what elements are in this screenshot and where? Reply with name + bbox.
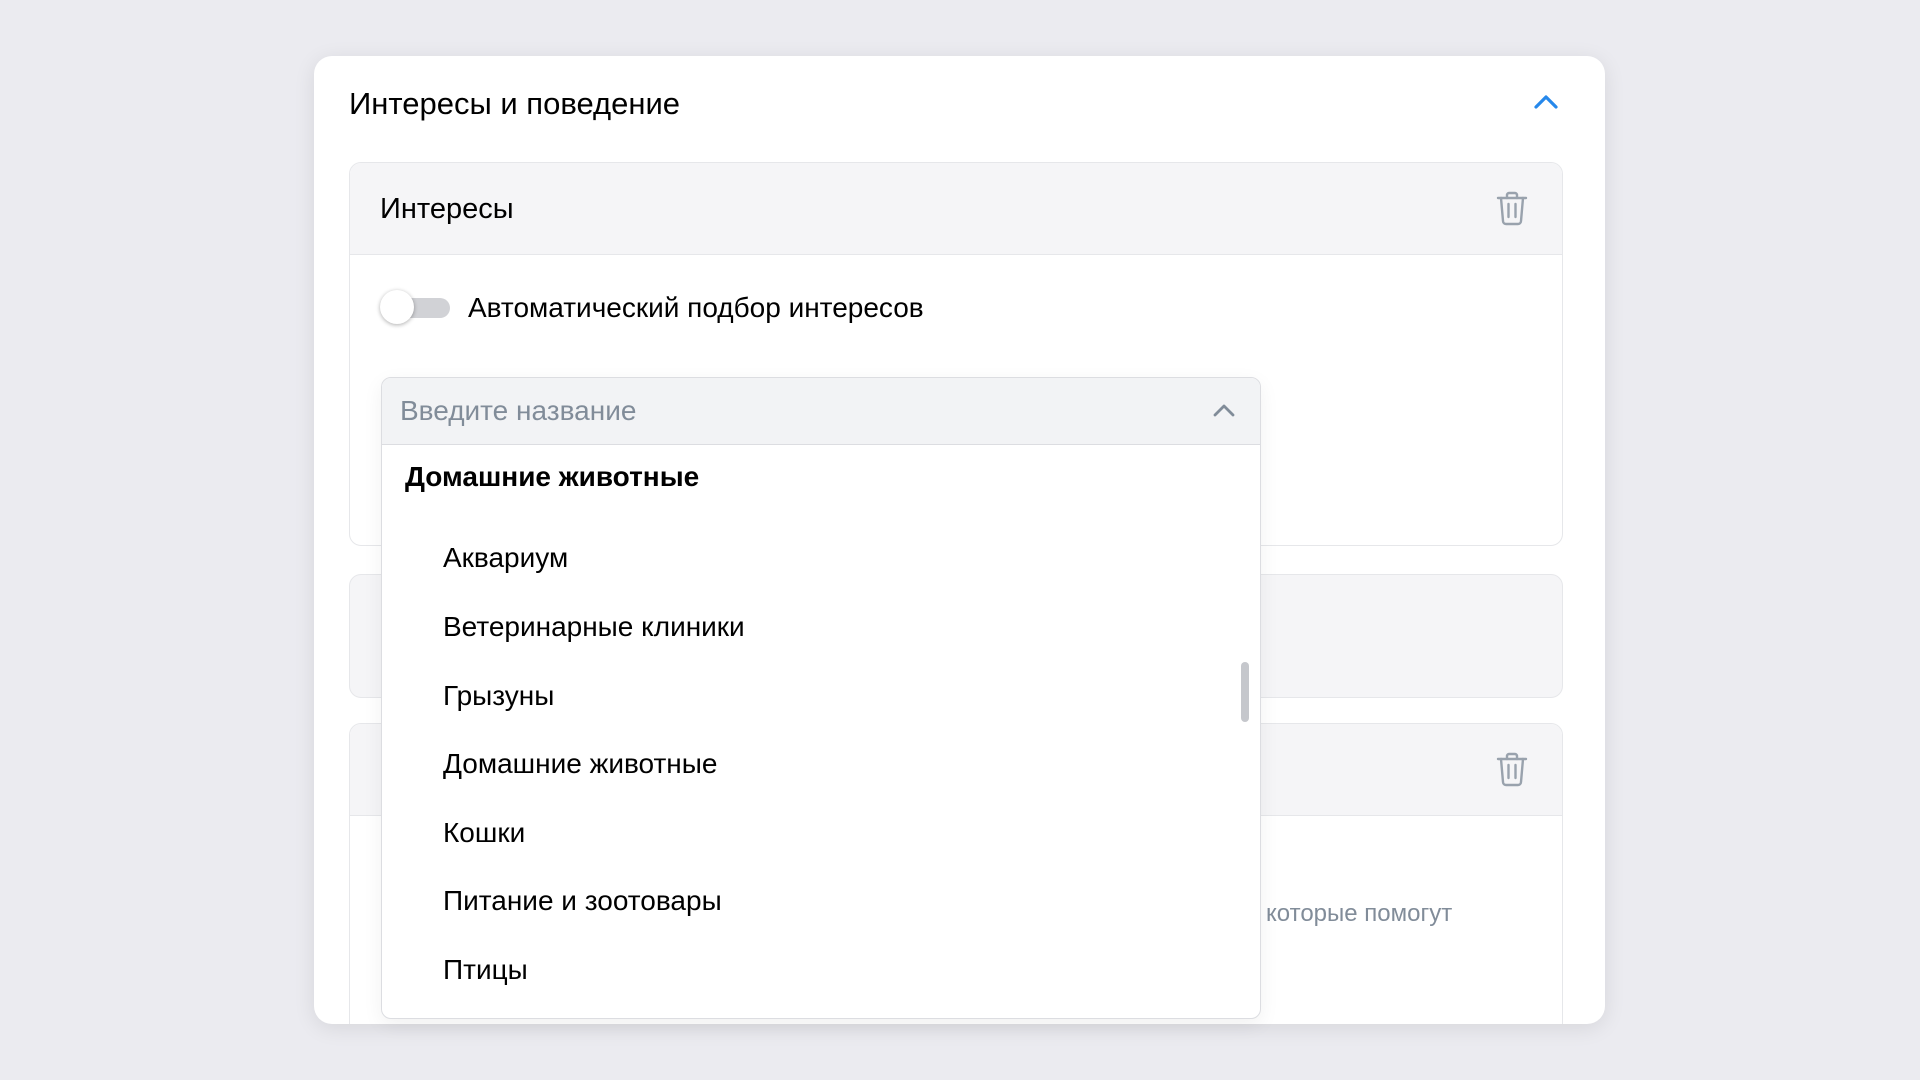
toggle-knob xyxy=(380,290,414,324)
dropdown-chevron-up-icon[interactable] xyxy=(1206,393,1242,429)
interests-dropdown: Домашние животные Аквариум Ветеринарные … xyxy=(381,377,1261,1019)
option-label: Питание и зоотовары xyxy=(443,885,722,916)
option-label: Ветеринарные клиники xyxy=(443,611,745,642)
card-title: Интересы и поведение xyxy=(349,86,681,121)
option-label: Грызуны xyxy=(443,680,555,711)
collapse-chevron-up-icon[interactable] xyxy=(1526,82,1566,122)
option-item[interactable]: Грызуны xyxy=(382,662,1260,730)
option-item[interactable]: Ветеринарные клиники xyxy=(382,593,1260,661)
option-item[interactable]: Аквариум xyxy=(382,524,1260,592)
interest-search-input[interactable] xyxy=(382,378,1260,444)
dropdown-scrollbar-thumb[interactable] xyxy=(1241,662,1249,722)
option-label: Птицы xyxy=(443,954,528,985)
option-item[interactable]: Питание и зоотовары xyxy=(382,867,1260,935)
delete-trash-icon[interactable] xyxy=(1492,188,1532,228)
option-group-header: Домашние животные xyxy=(405,461,700,492)
auto-interests-label: Автоматический подбор интересов xyxy=(468,292,924,323)
option-item[interactable]: Кошки xyxy=(382,799,1260,867)
interest-search-field xyxy=(382,378,1260,445)
interests-section-header: Интересы xyxy=(350,163,1562,255)
option-label: Домашние животные xyxy=(443,748,718,779)
auto-interests-toggle[interactable] xyxy=(380,290,450,326)
interests-section-title: Интересы xyxy=(380,193,514,225)
third-section-hint-text: которые помогут xyxy=(1266,900,1453,927)
option-item[interactable]: Птицы xyxy=(382,936,1260,1004)
option-label: Кошки xyxy=(443,817,526,848)
delete-trash-icon[interactable] xyxy=(1492,749,1532,789)
option-item[interactable]: Домашние животные xyxy=(382,730,1260,798)
option-label: Аквариум xyxy=(443,542,569,573)
